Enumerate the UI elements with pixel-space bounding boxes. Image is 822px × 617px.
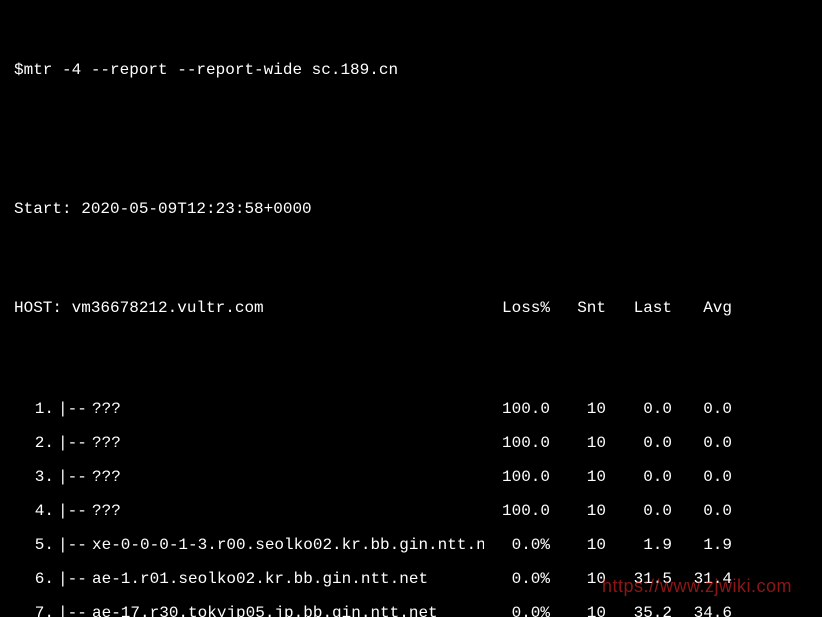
- hop-host: ???: [92, 432, 484, 454]
- terminal-output: $mtr -4 --report --report-wide sc.189.cn…: [0, 0, 822, 617]
- hop-snt: 10: [550, 602, 606, 617]
- hop-loss: 100.0: [484, 466, 550, 488]
- hop-host: ???: [92, 398, 484, 420]
- hop-last: 0.0: [606, 500, 672, 522]
- col-last: Last: [606, 297, 672, 319]
- hop-pipe: |--: [58, 568, 92, 590]
- hop-pipe: |--: [58, 500, 92, 522]
- hop-snt: 10: [550, 432, 606, 454]
- start-line: Start: 2020-05-09T12:23:58+0000: [14, 194, 808, 224]
- hop-last: 35.2: [606, 602, 672, 617]
- hop-last: 31.5: [606, 568, 672, 590]
- hop-number: 3.: [14, 466, 58, 488]
- hop-host: ae-1.r01.seolko02.kr.bb.gin.ntt.net: [92, 568, 484, 590]
- hop-row: 4.|--???100.0100.00.0: [14, 495, 808, 529]
- hop-snt: 10: [550, 534, 606, 556]
- hop-number: 2.: [14, 432, 58, 454]
- hop-loss: 100.0: [484, 432, 550, 454]
- hop-snt: 10: [550, 500, 606, 522]
- hop-loss: 100.0: [484, 398, 550, 420]
- hop-host: ???: [92, 466, 484, 488]
- hop-pipe: |--: [58, 534, 92, 556]
- hop-pipe: |--: [58, 398, 92, 420]
- hop-avg: 31.4: [672, 568, 732, 590]
- hop-last: 0.0: [606, 432, 672, 454]
- hop-pipe: |--: [58, 466, 92, 488]
- hop-snt: 10: [550, 398, 606, 420]
- hop-number: 6.: [14, 568, 58, 590]
- hop-number: 4.: [14, 500, 58, 522]
- hop-host: xe-0-0-0-1-3.r00.seolko02.kr.bb.gin.ntt.…: [92, 534, 484, 556]
- hop-host: ???: [92, 500, 484, 522]
- hop-avg: 1.9: [672, 534, 732, 556]
- hop-loss: 100.0: [484, 500, 550, 522]
- hop-number: 7.: [14, 602, 58, 617]
- hop-loss: 0.0%: [484, 534, 550, 556]
- command-line: $mtr -4 --report --report-wide sc.189.cn: [14, 55, 808, 85]
- hop-number: 1.: [14, 398, 58, 420]
- spacer: [14, 130, 808, 150]
- hop-row: 1.|--???100.0100.00.0: [14, 393, 808, 427]
- hop-avg: 0.0: [672, 398, 732, 420]
- hop-last: 0.0: [606, 398, 672, 420]
- host-header: HOST: vm36678212.vultr.com: [14, 297, 484, 319]
- col-loss: Loss%: [484, 297, 550, 319]
- hops-list: 1.|--???100.0100.00.02.|--???100.0100.00…: [14, 393, 808, 617]
- hop-last: 0.0: [606, 466, 672, 488]
- columns-header: HOST: vm36678212.vultr.com Loss% Snt Las…: [14, 292, 808, 326]
- hop-row: 3.|--???100.0100.00.0: [14, 461, 808, 495]
- hop-row: 6.|--ae-1.r01.seolko02.kr.bb.gin.ntt.net…: [14, 563, 808, 597]
- hop-snt: 10: [550, 568, 606, 590]
- hop-row: 7.|--ae-17.r30.tokyjp05.jp.bb.gin.ntt.ne…: [14, 597, 808, 617]
- hop-avg: 34.6: [672, 602, 732, 617]
- hop-avg: 0.0: [672, 500, 732, 522]
- hop-pipe: |--: [58, 432, 92, 454]
- hop-avg: 0.0: [672, 432, 732, 454]
- col-snt: Snt: [550, 297, 606, 319]
- hop-snt: 10: [550, 466, 606, 488]
- hop-loss: 0.0%: [484, 602, 550, 617]
- hop-row: 2.|--???100.0100.00.0: [14, 427, 808, 461]
- hop-avg: 0.0: [672, 466, 732, 488]
- hop-loss: 0.0%: [484, 568, 550, 590]
- hop-row: 5.|--xe-0-0-0-1-3.r00.seolko02.kr.bb.gin…: [14, 529, 808, 563]
- hop-host: ae-17.r30.tokyjp05.jp.bb.gin.ntt.net: [92, 602, 484, 617]
- hop-last: 1.9: [606, 534, 672, 556]
- hop-pipe: |--: [58, 602, 92, 617]
- col-avg: Avg: [672, 297, 732, 319]
- hop-number: 5.: [14, 534, 58, 556]
